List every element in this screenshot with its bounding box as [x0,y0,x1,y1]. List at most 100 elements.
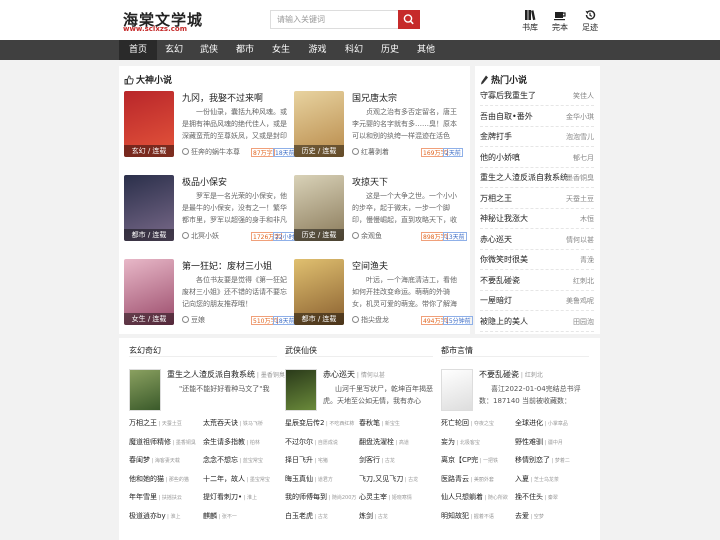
category-item[interactable]: 春闺梦 | 海客妻天载 [129,455,180,473]
hot-item[interactable]: 神秘让我涨大 木恒 [480,209,594,229]
hot-item[interactable]: 吾由自取•番外 金华小琪 [480,107,594,127]
book-cover[interactable]: 都市 / 连载 [124,175,174,241]
category-item[interactable]: 白玉老虎 | 古龙 [285,511,328,529]
search-icon [403,14,414,25]
category-item[interactable]: 心灵主宰 | 姬晓寒情 [359,492,412,510]
book-title[interactable]: 第一狂妃：废材三小姐 [182,259,272,272]
book-cover[interactable]: 玄幻 / 连载 [124,91,174,157]
bookshelf-button[interactable]: 书库 [517,9,543,33]
category-item[interactable]: 离京【CP完 | 一把铁 [441,455,498,473]
book-cover[interactable]: 女生 / 连载 [124,259,174,325]
nav-wuxia[interactable]: 武侠 [191,40,227,60]
nav-dushi[interactable]: 都市 [227,40,263,60]
category-item[interactable]: 念念不想忘 | 蓝宝常宝 [203,455,263,473]
hot-item[interactable]: 他的小娇嗔 郁七月 [480,148,594,168]
category-feature-cover[interactable] [129,369,161,411]
nav-home[interactable]: 首页 [119,40,157,60]
category-item[interactable]: 入夏 | 芝士乌龙茶 [515,474,559,492]
category-item[interactable]: 万相之王 | 天蚕土豆 [129,418,182,436]
category-item[interactable]: 去爱 | 空梦 [515,511,544,529]
hot-item[interactable]: 一屋暗灯 美鲁鸡呢 [480,291,594,311]
category-item[interactable]: 挽不住头 | 秦翠 [515,492,558,510]
category-item-author: | 小掌章品 [543,421,568,427]
book-cover[interactable]: 都市 / 连载 [294,259,344,325]
book-author[interactable]: 狂奔的蜗牛本尊 [182,147,240,157]
category-item[interactable]: 飞刀,又见飞刀 | 古龙 [359,474,418,492]
category-item[interactable]: 十二年，故人 | 墨宝常宝 [203,474,270,492]
category-item[interactable]: 野性难驯 | 疆中月 [515,437,563,455]
book-author[interactable]: 余观鱼 [352,231,382,241]
book-title[interactable]: 九冈，我娶不过来啊 [182,91,263,104]
hot-item[interactable]: 不要乱碰瓷 红刺北 [480,271,594,291]
finished-books-button[interactable]: 完本 [547,9,573,33]
nav-qita[interactable]: 其他 [408,40,444,60]
category-item[interactable]: 星辰变后传2 | 不吃西红柿 [285,418,354,436]
category-divider [441,356,589,357]
book-cover[interactable]: 历史 / 连载 [294,91,344,157]
category-item[interactable]: 死亡轮回 | 夺夜之宝 [441,418,494,436]
category-item[interactable]: 太荒吞天诀 | 铁马飞桥 [203,418,263,436]
category-feature-title[interactable]: 赤心巡天 | 情何以甚 [323,369,385,380]
book-title[interactable]: 极品小保安 [182,175,227,188]
category-item[interactable]: 炼剑 | 古龙 [359,511,388,529]
category-item-author: | 淮上 [165,514,181,520]
book-title[interactable]: 国兄唐太宗 [352,91,397,104]
category-title[interactable]: 都市言情 [441,345,473,356]
nav-lishi[interactable]: 历史 [372,40,408,60]
search-button[interactable] [398,10,420,29]
book-author[interactable]: 豆娘 [182,315,205,325]
category-item[interactable]: 提灯看刺刀• | 淮上 [203,492,257,510]
category-feature-author: | 红刺北 [519,372,543,379]
category-item[interactable]: 极道逍亦by | 淮上 [129,511,180,529]
category-item[interactable]: 我的师傅每到 | 随尚200万 [285,492,356,510]
hot-item[interactable]: 金牌打手 泡泡雪儿 [480,127,594,147]
book-author[interactable]: 红薯剥着 [352,147,389,157]
category-item[interactable]: 余生请多指教 | 柏林 [203,437,260,455]
category-item-author: | 自愿成说 [313,439,338,446]
hot-item[interactable]: 你微笑时很美 青浼 [480,250,594,270]
category-item[interactable]: 魔道祖师精修 | 墨香铜臭 [129,437,196,455]
category-item[interactable]: 妄为 | 北极客宝 [441,437,480,455]
book-title[interactable]: 攻掠天下 [352,175,388,188]
category-item[interactable]: 翻盘洗濯栓 | 高道 [359,437,409,455]
category-item[interactable]: 移情别恋了 | 梦着二 [515,455,570,473]
category-title[interactable]: 武侠仙侠 [285,345,317,356]
nav-youxi[interactable]: 游戏 [299,40,336,60]
nav-kehuan[interactable]: 科幻 [336,40,372,60]
category-item[interactable]: 不过尔尔 | 自愿成说 [285,437,338,455]
hot-item[interactable]: 被隐上的美人 田园泡 [480,312,594,332]
book-title[interactable]: 空间渔夫 [352,259,388,272]
category-item[interactable]: 他和她的猫 | 那些的猫 [129,474,189,492]
category-feature-title[interactable]: 重生之人渣反派自救系统 | 墨香铜臭 [167,369,285,380]
category-item[interactable]: 明知故犯 | 握着不语 [441,511,494,529]
category-item[interactable]: 麒麟 | 张不一 [203,511,237,529]
hot-item[interactable]: 重生之人渣反派自救系统 墨香铜臭 [480,168,594,188]
category-item-name: 剑客行 [359,456,380,465]
category-item[interactable]: 晦玉真仙 | 道君方 [285,474,333,492]
category-title[interactable]: 玄幻奇幻 [129,345,161,356]
featured-title-text: 大神小说 [136,76,173,86]
category-feature-cover[interactable] [441,369,473,411]
category-item-name: 仙人只想躺着 [441,493,483,502]
category-item[interactable]: 春秋笔 | 新宝生 [359,418,400,436]
category-item[interactable]: 择日飞升 | 宅猪 [285,455,328,473]
nav-nvsheng[interactable]: 女生 [263,40,299,60]
book-cover[interactable]: 历史 / 连载 [294,175,344,241]
category-feature-title[interactable]: 不要乱碰瓷 | 红刺北 [479,369,543,380]
category-item[interactable]: 医路青云 | 美丽外套 [441,474,494,492]
category-item[interactable]: 全球进化 | 小掌章品 [515,418,568,436]
book-author[interactable]: 指尖盘龙 [352,315,389,325]
category-item[interactable]: 仙人只想躺着 | 随心所欲 [441,492,508,510]
category-item[interactable]: 年年雪里 | 扶摇扶云 [129,492,182,510]
site-header: 海棠文学城 www.sclxzs.com 书库 完本 足迹 [0,0,720,40]
history-button[interactable]: 足迹 [577,9,603,33]
category-item[interactable]: 剑客行 | 古龙 [359,455,395,473]
book-author[interactable]: 北冥小妖 [182,231,219,241]
nav-xuanhuan[interactable]: 玄幻 [157,40,191,60]
hot-item[interactable]: 守寡后我重生了 笑佳人 [480,86,594,106]
search-input[interactable] [271,11,397,28]
hot-item[interactable]: 万相之王 天蚕土豆 [480,189,594,209]
category-feature-cover[interactable] [285,369,317,411]
site-logo-url[interactable]: www.sclxzs.com [123,25,187,33]
hot-item[interactable]: 赤心巡天 情何以甚 [480,230,594,250]
